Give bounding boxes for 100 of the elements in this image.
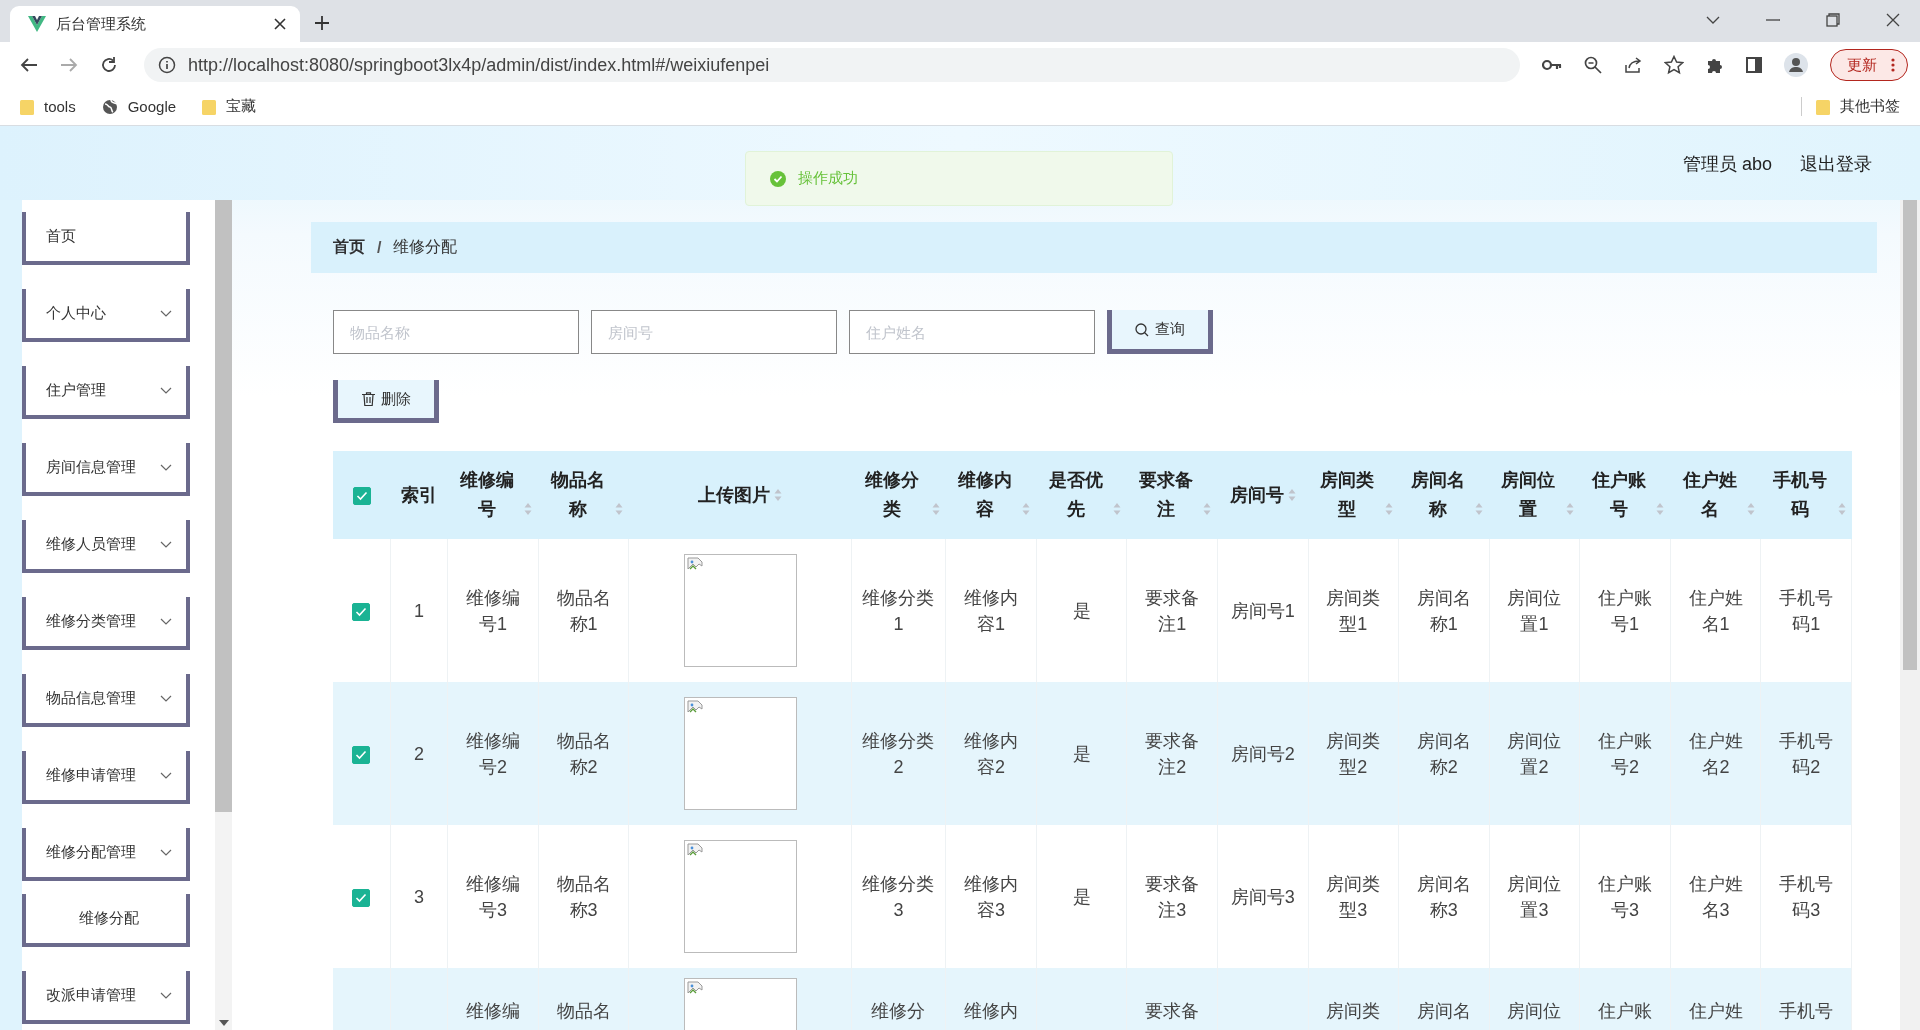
broken-image-icon <box>686 557 703 573</box>
table-cell: 维修编 <box>465 1001 520 1021</box>
key-icon[interactable] <box>1542 59 1562 71</box>
column-header: 房间类型 <box>1319 469 1376 521</box>
column-header: 住户账号 <box>1590 469 1647 521</box>
logout-link[interactable]: 退出登录 <box>1800 152 1872 176</box>
scrollbar-thumb[interactable] <box>1903 200 1917 670</box>
table-cell: 房间类型2 <box>1326 730 1381 777</box>
side-panel-icon[interactable] <box>1746 57 1762 73</box>
sort-icon[interactable] <box>931 502 940 516</box>
forward-icon[interactable] <box>60 57 78 73</box>
chevron-down-icon[interactable] <box>1706 15 1720 25</box>
sidebar-subitem[interactable]: 维修分配 <box>22 894 190 947</box>
sort-icon[interactable] <box>1475 502 1484 516</box>
address-bar[interactable]: http://localhost:8080/springboot3lx4p/admin/dist/index.html#/weixiufenpei <box>144 48 1520 82</box>
table-cell: 手机号 <box>1779 1001 1834 1021</box>
sidebar-item[interactable]: 改派申请管理 <box>22 971 190 1024</box>
table-cell: 房间类 <box>1326 1001 1381 1021</box>
scroll-down-icon[interactable] <box>219 1020 229 1026</box>
update-button[interactable]: 更新 <box>1830 49 1908 81</box>
chevron-down-icon <box>160 463 172 472</box>
minimize-icon[interactable] <box>1766 19 1780 21</box>
table-cell: 维修内容2 <box>964 730 1019 777</box>
search-icon <box>1135 322 1149 337</box>
breadcrumb-item[interactable]: 首页 <box>333 237 365 258</box>
sidebar-item[interactable]: 维修分类管理 <box>22 597 190 650</box>
row-checkbox[interactable] <box>352 745 371 764</box>
profile-icon[interactable] <box>1784 53 1808 77</box>
table-cell: 住户账号2 <box>1598 730 1652 777</box>
table-cell: 物品名称3 <box>556 873 611 920</box>
sidebar-item[interactable]: 房间信息管理 <box>22 443 190 496</box>
check-icon <box>355 490 368 501</box>
sort-icon[interactable] <box>1837 502 1846 516</box>
search-field[interactable]: 物品名称 <box>333 310 579 354</box>
sidebar-item[interactable]: 维修分配管理 <box>22 828 190 881</box>
sort-icon[interactable] <box>774 487 782 502</box>
sort-icon[interactable] <box>1287 487 1296 502</box>
table-cell: 房间号2 <box>1230 743 1295 764</box>
search-button[interactable]: 查询 <box>1107 310 1213 354</box>
new-tab-icon[interactable] <box>314 15 330 31</box>
chevron-down-icon <box>160 848 172 857</box>
close-icon[interactable] <box>274 18 286 30</box>
sort-icon[interactable] <box>1022 502 1031 516</box>
table-cell: 是 <box>1072 886 1091 907</box>
search-field[interactable]: 住户姓名 <box>849 310 1095 354</box>
puzzle-icon[interactable] <box>1706 56 1724 74</box>
row-checkbox[interactable] <box>352 888 371 907</box>
sort-icon[interactable] <box>614 502 623 516</box>
chevron-down-icon <box>160 771 172 780</box>
browser-tab[interactable]: 后台管理系统 <box>10 6 300 42</box>
column-header: 是否优先 <box>1047 469 1104 521</box>
sidebar-item[interactable]: 维修人员管理 <box>22 520 190 573</box>
column-header: 房间位置 <box>1500 469 1557 521</box>
delete-button[interactable]: 删除 <box>333 380 439 423</box>
column-header: 手机号码 <box>1772 469 1829 521</box>
table-cell: 2 <box>414 743 424 764</box>
zoom-out-icon[interactable] <box>1584 56 1602 74</box>
bookmark[interactable]: Google <box>101 98 177 115</box>
sort-icon[interactable] <box>1746 502 1755 516</box>
check-icon <box>355 606 368 617</box>
row-checkbox[interactable] <box>352 602 371 621</box>
search-field[interactable]: 房间号 <box>591 310 837 354</box>
sidebar-item[interactable]: 物品信息管理 <box>22 674 190 727</box>
sort-icon[interactable] <box>524 502 533 516</box>
restore-icon[interactable] <box>1826 13 1840 27</box>
bookmark[interactable]: 其他书签 <box>1816 97 1900 116</box>
table-cell: 房间位置2 <box>1507 730 1562 777</box>
bookmark[interactable]: 宝藏 <box>202 97 257 116</box>
table-cell: 手机号码2 <box>1779 730 1834 777</box>
table-cell: 要求备 <box>1145 1001 1200 1021</box>
kebab-icon <box>1891 58 1895 72</box>
sort-icon[interactable] <box>1565 502 1574 516</box>
select-all-checkbox[interactable] <box>352 486 371 505</box>
sidebar-item[interactable]: 个人中心 <box>22 289 190 342</box>
table-cell: 住户姓名3 <box>1688 873 1743 920</box>
sort-icon[interactable] <box>1203 502 1212 516</box>
star-icon[interactable] <box>1664 55 1684 75</box>
table-cell: 1 <box>414 600 424 621</box>
sort-icon[interactable] <box>1384 502 1393 516</box>
broken-image-icon <box>686 981 703 997</box>
table-cell: 维修分类2 <box>862 730 935 777</box>
v-logo-icon <box>28 16 46 32</box>
scrollbar-thumb[interactable] <box>215 200 232 812</box>
bookmark[interactable]: tools <box>20 98 76 115</box>
sidebar-item[interactable]: 首页 <box>22 212 190 265</box>
table-cell: 房间名称1 <box>1416 587 1471 634</box>
back-icon[interactable] <box>20 57 38 73</box>
share-icon[interactable] <box>1624 56 1642 74</box>
table-cell: 房间名 <box>1416 1001 1471 1021</box>
table-cell: 维修编号2 <box>465 730 520 777</box>
sidebar-item[interactable]: 住户管理 <box>22 366 190 419</box>
trash-icon <box>361 392 375 406</box>
table-cell: 要求备注2 <box>1145 730 1200 777</box>
sort-icon[interactable] <box>1112 502 1121 516</box>
sidebar-item[interactable]: 维修申请管理 <box>22 751 190 804</box>
check-icon <box>355 892 368 903</box>
reload-icon[interactable] <box>100 56 118 74</box>
sort-icon[interactable] <box>1656 502 1665 516</box>
close-icon[interactable] <box>1886 13 1900 27</box>
user-label: 管理员 abo <box>1682 153 1772 176</box>
